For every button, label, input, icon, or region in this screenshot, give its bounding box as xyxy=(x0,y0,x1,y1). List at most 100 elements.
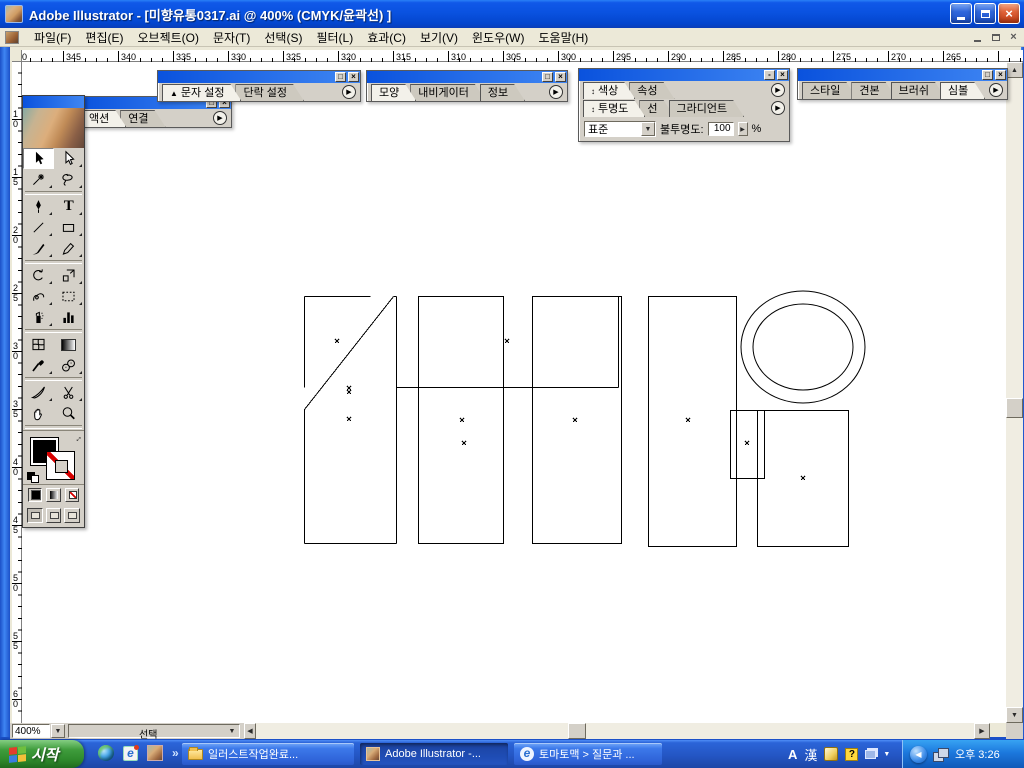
menu-item-7[interactable]: 보기(V) xyxy=(413,29,465,47)
outlook-express-icon[interactable]: e xyxy=(123,746,138,761)
tool-graph[interactable] xyxy=(54,307,85,328)
appearance-tab-row-flyout-menu-button[interactable]: ▶ xyxy=(549,85,563,99)
tool-paintbrush[interactable] xyxy=(23,238,54,259)
transparency-tab-row-flyout-menu-button[interactable]: ▶ xyxy=(771,101,785,115)
menu-item-6[interactable]: 효과(C) xyxy=(360,29,413,47)
actions-tab-row-flyout-menu-button[interactable]: ▶ xyxy=(213,111,227,125)
tab-swatches[interactable]: 견본 xyxy=(851,82,896,99)
colortrans-palette-close-button[interactable]: × xyxy=(777,70,788,80)
swap-fill-stroke-icon[interactable]: ↔ xyxy=(71,431,84,444)
tool-free-transform[interactable] xyxy=(54,286,85,307)
tab-transparency[interactable]: ↕투명도 xyxy=(583,100,645,117)
task-button-2[interactable]: e토마토맥 > 질문과 ... xyxy=(514,743,662,765)
appearance-palette-restore-button[interactable]: □ xyxy=(542,72,553,82)
internet-globe-icon[interactable] xyxy=(98,745,114,761)
toolbox-palette[interactable]: T ↔ xyxy=(22,95,85,528)
tab-gradient[interactable]: 그라디언트 xyxy=(669,100,745,117)
tool-scissors[interactable] xyxy=(54,382,85,403)
zoom-level-field[interactable]: 400% xyxy=(12,724,50,738)
network-tray-icon[interactable] xyxy=(933,748,949,761)
doc-close-button[interactable]: × xyxy=(1007,31,1020,43)
menu-item-0[interactable]: 파일(F) xyxy=(27,29,78,47)
menu-item-2[interactable]: 오브젝트(O) xyxy=(130,29,206,47)
tool-type[interactable]: T xyxy=(54,196,85,217)
color-button[interactable] xyxy=(28,488,42,502)
character-palette-restore-button[interactable]: □ xyxy=(335,72,346,82)
vertical-scrollbar[interactable]: ▲ ▼ xyxy=(1006,62,1023,723)
scroll-down-button[interactable]: ▼ xyxy=(1006,707,1023,723)
colortrans-palette-minimize-button[interactable]: - xyxy=(764,70,775,80)
toolbox-titlebar[interactable] xyxy=(23,96,84,108)
tab-color[interactable]: ↕색상 xyxy=(583,82,635,99)
document-icon[interactable] xyxy=(5,31,19,44)
tool-pencil[interactable] xyxy=(54,238,85,259)
tab-info[interactable]: 정보 xyxy=(480,84,525,101)
tool-line-segment[interactable] xyxy=(23,217,54,238)
tool-zoom[interactable] xyxy=(54,403,85,424)
tool-warp[interactable] xyxy=(23,286,54,307)
task-button-1[interactable]: Adobe Illustrator -... xyxy=(360,743,508,765)
ime-options-arrow-icon[interactable]: ▼ xyxy=(883,751,890,758)
tab-brushes[interactable]: 브러쉬 xyxy=(891,82,946,99)
colortrans-palette-titlebar[interactable]: -× xyxy=(579,69,789,81)
tool-mesh[interactable] xyxy=(23,334,54,355)
tool-rectangle[interactable] xyxy=(54,217,85,238)
fullscreen-menu-mode-button[interactable] xyxy=(46,508,62,523)
doc-restore-button[interactable] xyxy=(989,31,1002,43)
menu-item-4[interactable]: 선택(S) xyxy=(257,29,309,47)
blend-mode-dropdown-icon[interactable]: ▼ xyxy=(641,122,655,136)
close-button[interactable]: × xyxy=(998,3,1020,24)
gradient-button[interactable] xyxy=(46,488,60,502)
fullscreen-mode-button[interactable] xyxy=(64,508,80,523)
tool-selection[interactable] xyxy=(23,148,54,169)
tab-links[interactable]: 연결 xyxy=(120,110,165,127)
tab-navigator[interactable]: 내비게이터 xyxy=(410,84,486,101)
vertical-scroll-thumb[interactable] xyxy=(1006,398,1023,418)
menu-item-3[interactable]: 문자(T) xyxy=(206,29,257,47)
minimize-button[interactable] xyxy=(950,3,972,24)
stroke-color-swatch[interactable] xyxy=(46,451,75,480)
standard-screen-mode-button[interactable] xyxy=(27,508,43,523)
status-dropdown-button[interactable]: ▼ xyxy=(226,726,238,736)
swatches-palette-close-button[interactable]: × xyxy=(995,70,1006,80)
horizontal-scroll-thumb[interactable] xyxy=(568,723,586,739)
tool-hand[interactable] xyxy=(23,403,54,424)
task-button-0[interactable]: 일러스트작업완료... xyxy=(182,743,354,765)
titlebar[interactable]: Adobe Illustrator - [미향유통0317.ai @ 400% … xyxy=(0,0,1024,28)
tool-scale[interactable] xyxy=(54,265,85,286)
opacity-value-field[interactable]: 100 xyxy=(708,122,734,136)
tool-eyedropper[interactable] xyxy=(23,355,54,376)
character-palette-close-button[interactable]: × xyxy=(348,72,359,82)
character-tab-row-flyout-menu-button[interactable]: ▶ xyxy=(342,85,356,99)
illustrator-quicklaunch-icon[interactable] xyxy=(147,745,163,761)
tool-rotate[interactable] xyxy=(23,265,54,286)
menu-item-9[interactable]: 도움말(H) xyxy=(532,29,596,47)
tab-character-settings[interactable]: ▲문자 설정 xyxy=(162,84,241,101)
ime-help-icon[interactable]: ? xyxy=(845,748,858,761)
ime-toolbar-icon[interactable] xyxy=(865,750,876,759)
appearance-palette-titlebar[interactable]: □× xyxy=(367,71,567,83)
colortrans-tab-row-flyout-menu-button[interactable]: ▶ xyxy=(771,83,785,97)
tool-blend[interactable] xyxy=(54,355,85,376)
menu-item-8[interactable]: 윈도우(W) xyxy=(465,29,531,47)
doc-minimize-button[interactable] xyxy=(971,31,984,43)
tab-attributes[interactable]: 속성 xyxy=(629,82,674,99)
blend-mode-select[interactable]: 표준▼ xyxy=(584,121,656,137)
ime-lang-indicator[interactable]: A xyxy=(788,747,797,762)
tool-gradient[interactable] xyxy=(54,334,85,355)
menu-item-1[interactable]: 편집(E) xyxy=(78,29,130,47)
character-palette-titlebar[interactable]: □× xyxy=(158,71,360,83)
tab-symbols[interactable]: 심볼 xyxy=(940,82,985,99)
ime-hanja-indicator[interactable]: 漢 xyxy=(804,745,817,764)
appearance-palette[interactable]: □×모양내비게이터정보▶ xyxy=(366,70,568,102)
swatches-palette[interactable]: □×스타일견본브러쉬심볼▶ xyxy=(797,68,1008,100)
document-canvas[interactable] xyxy=(22,62,1006,723)
scroll-up-button[interactable]: ▲ xyxy=(1006,62,1023,78)
opacity-spinner-button[interactable]: ▶ xyxy=(738,122,748,136)
scroll-left-button[interactable]: ◀ xyxy=(244,723,256,739)
tab-actions[interactable]: 액션 xyxy=(81,110,126,127)
ime-pad-icon[interactable] xyxy=(824,747,838,761)
menu-item-5[interactable]: 필터(L) xyxy=(309,29,360,47)
swatches-palette-restore-button[interactable]: □ xyxy=(982,70,993,80)
horizontal-scrollbar[interactable]: ▶ xyxy=(256,723,990,739)
